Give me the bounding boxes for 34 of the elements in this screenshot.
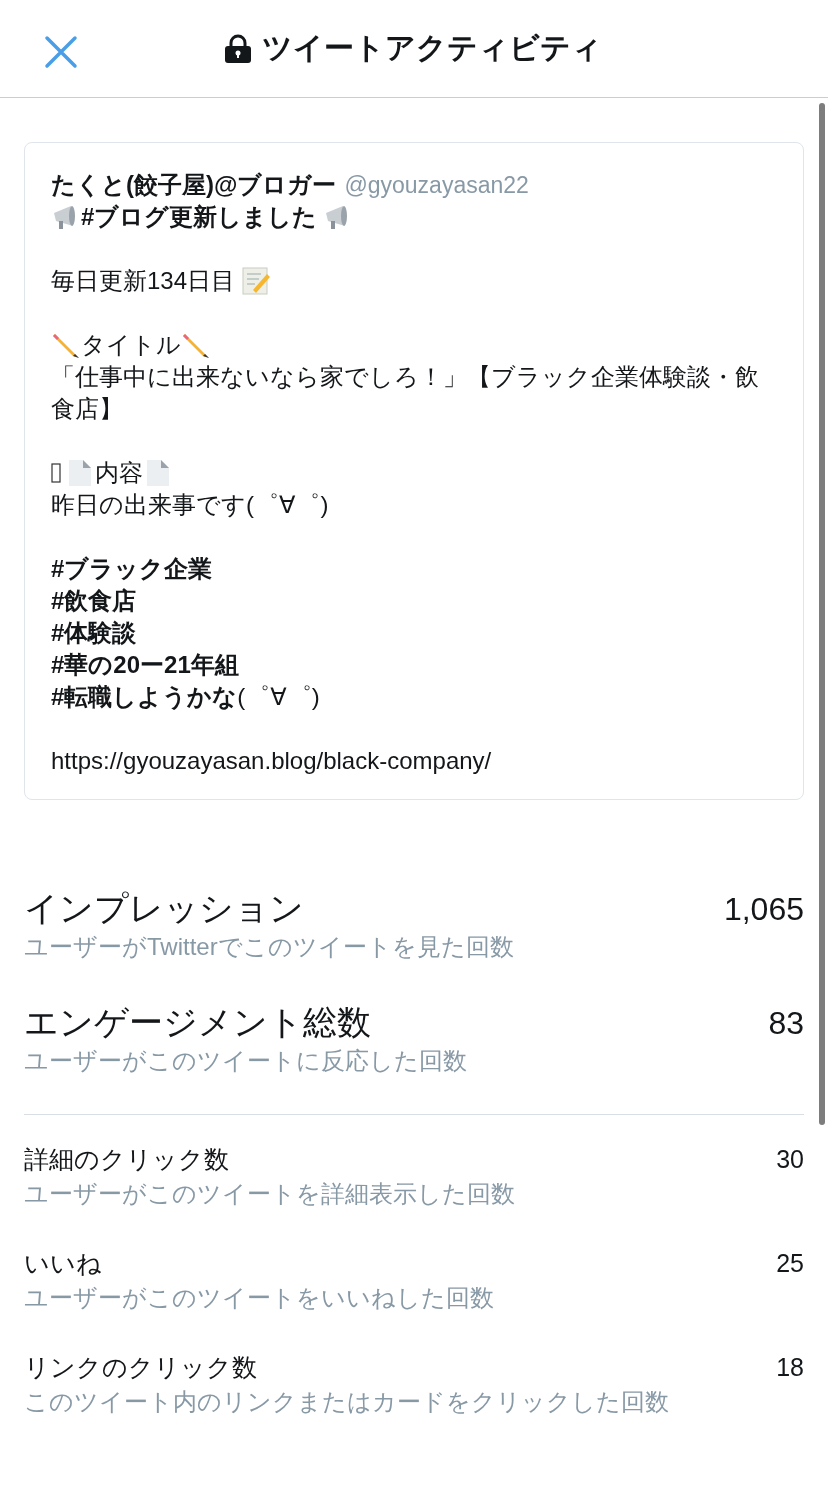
day-count-text: 毎日更新134日目 [51, 266, 236, 296]
content-label: 内容 [95, 458, 143, 488]
headline: #ブログ更新しました [81, 202, 318, 232]
hashtag[interactable]: #華の20ー21年組 [51, 649, 239, 681]
metric-value: 25 [776, 1249, 804, 1278]
lock-icon [224, 33, 252, 64]
author-name: たくと(餃子屋)@ブロガー [51, 170, 337, 200]
hashtag[interactable]: #体験談 [51, 617, 137, 649]
metric-description: ユーザーがこのツイートをいいねした回数 [24, 1283, 494, 1313]
metric-description: ユーザーがこのツイートに反応した回数 [24, 1046, 467, 1076]
hashtag[interactable]: #ブラック企業 [51, 553, 213, 585]
link[interactable]: https://gyouzayasan.blog/black-company/ [51, 745, 492, 777]
metric-label: いいね [24, 1248, 102, 1279]
metric-description: ユーザーがTwitterでこのツイートを見た回数 [24, 932, 514, 962]
scrollbar[interactable] [819, 103, 825, 1125]
title-label: タイトル [81, 330, 181, 360]
metric-value: 1,065 [723, 891, 804, 928]
metric-value: 18 [776, 1353, 804, 1382]
author-handle: @gyouzayasan22 [344, 171, 529, 200]
hashtag[interactable]: #転職しようかな(゜∀゜) [51, 681, 320, 713]
hashtag[interactable]: #飲食店 [51, 585, 137, 617]
metric-value: 30 [776, 1145, 804, 1174]
metric-label: リンクのクリック数 [24, 1352, 257, 1383]
metric-label: インプレッション [24, 888, 304, 929]
article-title: 「仕事中に出来ないなら家でしろ！」【ブラック企業体験談・飲食店】 [51, 362, 760, 424]
metric-label: 詳細のクリック数 [24, 1144, 229, 1175]
metric-value: 83 [768, 1005, 804, 1042]
metric-description: このツイート内のリンクまたはカードをクリックした回数 [24, 1387, 669, 1417]
missing-glyph-icon [51, 462, 61, 484]
window-title: ツイートアクティビティ [262, 30, 602, 66]
metric-description: ユーザーがこのツイートを詳細表示した回数 [24, 1179, 515, 1209]
memo-icon [241, 266, 272, 296]
content-text: 昨日の出来事です(゜∀゜) [51, 490, 329, 520]
metric-label: エンゲージメント総数 [24, 1002, 371, 1043]
